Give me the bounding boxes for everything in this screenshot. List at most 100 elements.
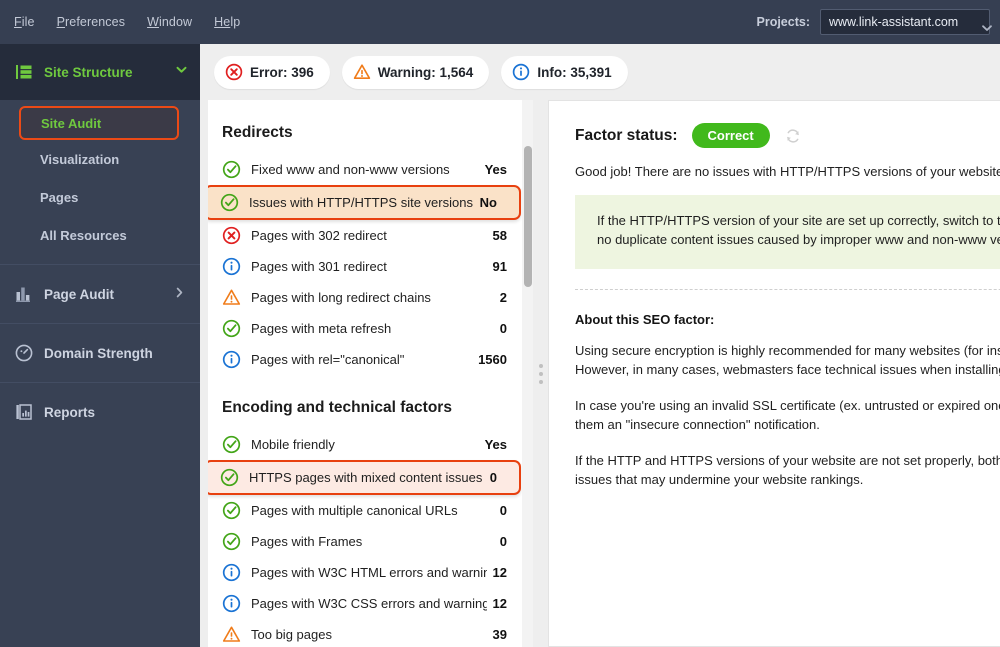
audit-factor-row[interactable]: Mobile friendly Yes xyxy=(208,429,529,460)
sidebar-item-site-audit-label: Site Audit xyxy=(41,115,102,131)
audit-factor-label: Too big pages xyxy=(251,627,332,642)
audit-factor-label: Issues with HTTP/HTTPS site versions xyxy=(249,195,473,210)
menu-window-rest: indow xyxy=(158,15,193,29)
factor-tip-box: If the HTTP/HTTPS version of your site a… xyxy=(575,195,1000,269)
audit-factor-value: 58 xyxy=(492,228,507,243)
audit-list-scrollbar[interactable] xyxy=(522,100,533,647)
menu-window-mnemonic: W xyxy=(147,15,159,29)
sidebar-item-domain-strength[interactable]: Domain Strength xyxy=(0,323,200,382)
factor-tip-line-2: no duplicate content issues caused by im… xyxy=(597,231,1000,247)
audit-factor-row[interactable]: Issues with HTTP/HTTPS site versions No xyxy=(208,185,521,220)
sidebar-item-reports[interactable]: Reports xyxy=(0,382,200,441)
menu-help-mnemonic: He xyxy=(214,15,231,29)
audit-section-title: Encoding and technical factors xyxy=(222,399,452,416)
factor-status-line: Factor status: Correct xyxy=(575,123,1000,148)
menu-file[interactable]: File xyxy=(14,15,35,29)
audit-factor-value: 12 xyxy=(492,596,507,611)
menu-preferences-mnemonic: P xyxy=(56,15,65,29)
sidebar-item-pages[interactable]: Pages xyxy=(0,178,200,216)
status-summary-bar: Error: 396 Warning: 1,564 Info: 35,391 xyxy=(200,44,1000,100)
error-circle-icon xyxy=(225,63,243,81)
info-circle-icon xyxy=(222,563,241,582)
audit-factor-value: 1560 xyxy=(478,352,507,367)
sidebar: Site Structure Site Audit Visualization … xyxy=(0,44,200,647)
audit-factor-value: No xyxy=(479,195,497,210)
audit-factor-row[interactable]: Pages with 302 redirect 58 xyxy=(208,220,529,251)
panel-splitter[interactable] xyxy=(534,100,548,647)
menu-preferences[interactable]: Preferences xyxy=(57,15,126,29)
audit-factor-row[interactable]: Fixed www and non-www versions Yes xyxy=(208,154,529,185)
refresh-icon[interactable] xyxy=(784,127,802,145)
audit-factor-value: 12 xyxy=(492,565,507,580)
sidebar-subitems: Site Audit Visualization Pages All Resou… xyxy=(0,100,200,264)
audit-factor-value: 2 xyxy=(499,290,507,305)
audit-factor-label: Pages with rel="canonical" xyxy=(251,352,405,367)
report-document-icon xyxy=(14,402,34,422)
info-circle-icon xyxy=(512,63,530,81)
page-audit-icon xyxy=(14,284,34,304)
menu-file-mnemonic: F xyxy=(14,15,22,29)
about-seo-factor-section: About this SEO factor: Using secure encr… xyxy=(549,290,1000,490)
sidebar-site-structure-chevron-down-icon[interactable] xyxy=(175,63,188,81)
sidebar-item-all-resources[interactable]: All Resources xyxy=(0,216,200,254)
audit-factor-value: Yes xyxy=(484,437,507,452)
audit-factor-label: Pages with meta refresh xyxy=(251,321,392,336)
audit-factor-label: Pages with Frames xyxy=(251,534,363,549)
audit-factor-value: 0 xyxy=(499,534,507,549)
audit-factor-value: 39 xyxy=(492,627,507,642)
audit-factor-label: Pages with long redirect chains xyxy=(251,290,431,305)
check-circle-icon xyxy=(222,319,241,338)
project-dropdown-value: www.link-assistant.com xyxy=(829,15,959,29)
audit-factor-row[interactable]: Pages with W3C CSS errors and warnings 12 xyxy=(208,588,529,619)
project-dropdown[interactable]: www.link-assistant.com xyxy=(820,9,992,35)
audit-factor-label: Pages with multiple canonical URLs xyxy=(251,503,458,518)
audit-factor-row[interactable]: HTTPS pages with mixed content issues 0 xyxy=(208,460,521,495)
status-badge-warning[interactable]: Warning: 1,564 xyxy=(341,55,490,89)
audit-factor-list-inner: Redirects Fixed www and non-www versions Y… xyxy=(208,100,529,647)
status-badge-error[interactable]: Error: 396 xyxy=(214,55,330,89)
factor-tip-line-1-text: If the HTTP/HTTPS version of your site a… xyxy=(597,213,1000,228)
warning-triangle-icon xyxy=(222,626,241,642)
warning-triangle-icon xyxy=(222,289,241,305)
status-badge-info[interactable]: Info: 35,391 xyxy=(501,55,628,89)
menu-window[interactable]: Window xyxy=(147,15,192,29)
sidebar-site-structure-label: Site Structure xyxy=(44,64,133,80)
check-circle-icon xyxy=(222,435,241,454)
sidebar-item-all-resources-label: All Resources xyxy=(40,227,127,243)
audit-factor-row[interactable]: Pages with W3C HTML errors and warnings 1… xyxy=(208,557,529,588)
info-circle-icon xyxy=(222,257,241,276)
sidebar-item-page-audit[interactable]: Page Audit xyxy=(0,264,200,323)
audit-factor-row[interactable]: Too big pages 39 xyxy=(208,619,529,647)
audit-factor-row[interactable]: Pages with rel="canonical" 1560 xyxy=(208,344,529,375)
menu-bar-items: File Preferences Window Help xyxy=(0,15,240,29)
audit-section-title: Redirects xyxy=(222,124,293,141)
audit-factor-label: HTTPS pages with mixed content issues xyxy=(249,470,483,485)
audit-factor-row[interactable]: Pages with Frames 0 xyxy=(208,526,529,557)
sidebar-item-reports-label: Reports xyxy=(44,404,96,420)
audit-factor-row[interactable]: Pages with 301 redirect 91 xyxy=(208,251,529,282)
sidebar-item-visualization-label: Visualization xyxy=(40,151,120,167)
factor-detail-panel: Factor status: Correct Good job! There a… xyxy=(548,100,1000,647)
audit-factor-value: Yes xyxy=(484,162,507,177)
menu-help-rest: lp xyxy=(230,15,241,29)
about-seo-factor-title: About this SEO factor: xyxy=(575,311,715,327)
menu-help[interactable]: Help xyxy=(214,15,240,29)
menu-preferences-rest: references xyxy=(65,15,126,29)
sidebar-item-page-audit-label: Page Audit xyxy=(44,286,115,302)
sidebar-item-site-structure[interactable]: Site Structure xyxy=(0,44,200,100)
audit-factor-label: Fixed www and non-www versions xyxy=(251,162,450,177)
audit-list-scrollbar-thumb[interactable] xyxy=(524,146,532,287)
check-circle-icon xyxy=(220,468,239,487)
audit-factor-row[interactable]: Pages with multiple canonical URLs 0 xyxy=(208,495,529,526)
audit-factor-row[interactable]: Pages with long redirect chains 2 xyxy=(208,282,529,313)
audit-factor-row[interactable]: Pages with meta refresh 0 xyxy=(208,313,529,344)
sidebar-item-pages-label: Pages xyxy=(40,189,79,205)
projects-label: Projects: xyxy=(756,15,811,29)
sidebar-item-visualization[interactable]: Visualization xyxy=(0,140,200,178)
sidebar-item-site-audit[interactable]: Site Audit xyxy=(19,106,179,140)
app-window: File Preferences Window Help Projects: w… xyxy=(0,0,1000,647)
sidebar-page-audit-chevron-right-icon[interactable] xyxy=(173,286,186,302)
factor-status-description: Good job! There are no issues with HTTP/… xyxy=(575,164,1000,179)
check-circle-icon xyxy=(222,160,241,179)
audit-factor-list: Redirects Fixed www and non-www versions Y… xyxy=(208,100,529,647)
